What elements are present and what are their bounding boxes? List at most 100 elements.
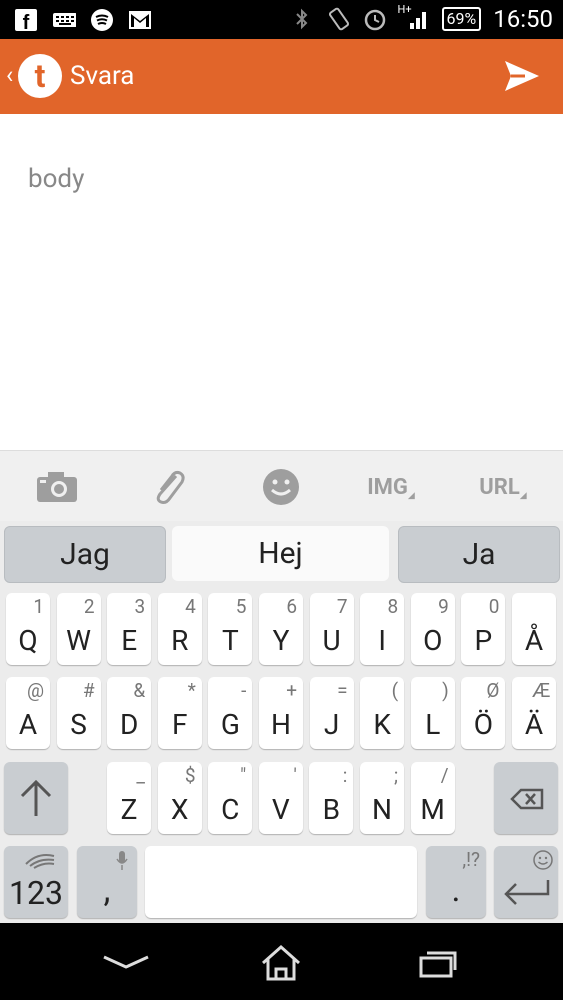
key-label: P [474, 624, 493, 657]
shift-arrow-icon [20, 779, 52, 816]
key-a[interactable]: @ A [6, 677, 50, 749]
url-label: URL [479, 474, 520, 500]
key-secondary-label: * [187, 679, 196, 702]
key-label: O [423, 624, 443, 657]
key-secondary-label: / [440, 764, 449, 787]
key-n[interactable]: ; N [360, 762, 404, 834]
recent-apps-button[interactable] [413, 943, 463, 983]
key-label: F [172, 708, 188, 741]
key-label: C [221, 793, 240, 826]
key-x[interactable]: $ X [157, 762, 202, 834]
key-p[interactable]: 0P [461, 593, 506, 665]
clock: 16:50 [493, 5, 553, 33]
compose-area[interactable]: body [0, 114, 563, 450]
alarm-icon [362, 7, 386, 31]
send-icon [505, 61, 539, 91]
numbers-key[interactable]: 123 [4, 846, 68, 918]
key-t[interactable]: 5T [208, 593, 253, 665]
key-label: I [378, 624, 386, 657]
key-ö[interactable]: ØÖ [461, 677, 506, 749]
key-b[interactable]: :B [309, 762, 354, 834]
emoji-icon [263, 469, 299, 505]
key-label: Q [18, 624, 38, 657]
key-secondary-label: _ [136, 764, 145, 787]
key-w[interactable]: 2W [56, 593, 101, 665]
key-l[interactable]: ) L [410, 677, 455, 749]
period-key-label: . [451, 870, 461, 910]
key-secondary-label: 2 [83, 595, 95, 618]
key-secondary-label: 4 [185, 595, 196, 618]
backspace-key[interactable] [494, 762, 558, 834]
key-label: Y [272, 624, 290, 657]
key-ä[interactable]: ÆÄ [512, 677, 556, 749]
signal-icon: H+ [398, 3, 430, 31]
attachment-icon [156, 470, 185, 504]
key-i[interactable]: 8I [360, 593, 405, 665]
key-secondary-label: = [337, 679, 348, 702]
img-button[interactable]: IMG ◢ [366, 467, 416, 507]
home-button[interactable] [256, 943, 306, 983]
period-key-alt: ,!? [462, 848, 480, 871]
key-o[interactable]: 9O [410, 593, 455, 665]
camera-button[interactable] [32, 467, 82, 507]
spotify-icon [90, 8, 114, 32]
key-label: K [373, 708, 391, 741]
back-chevron-icon[interactable]: ‹ [6, 61, 13, 89]
emoji-button[interactable] [256, 467, 306, 507]
attachment-toolbar: IMG ◢ URL ◢ [0, 450, 563, 522]
suggestion-left[interactable]: Jag [4, 526, 166, 583]
recent-apps-icon [419, 951, 457, 978]
page-title: Svara [70, 61, 135, 91]
key-z[interactable]: _ Z [107, 762, 151, 834]
hide-keyboard-button[interactable] [101, 943, 151, 983]
key-r[interactable]: 4R [157, 593, 202, 665]
period-key[interactable]: ,!? . [426, 846, 486, 918]
key-secondary-label: ) [442, 679, 449, 702]
suggestion-right[interactable]: Ja [398, 526, 560, 583]
key-d[interactable]: & D [107, 677, 152, 749]
key-f[interactable]: * F [157, 677, 202, 749]
bluetooth-icon [290, 7, 314, 31]
key-y[interactable]: 6Y [259, 593, 303, 665]
key-h[interactable]: + H [259, 677, 303, 749]
key-u[interactable]: 7U [309, 593, 354, 665]
key-g[interactable]: -G [208, 677, 253, 749]
key-label: S [70, 708, 87, 741]
svg-text:f: f [23, 12, 30, 31]
key-label: Å [524, 624, 544, 657]
key-å[interactable]: Å [512, 593, 556, 665]
enter-key[interactable] [494, 846, 558, 918]
key-label: Z [120, 793, 138, 826]
app-logo-letter: t [34, 57, 46, 95]
key-j[interactable]: = J [309, 677, 354, 749]
chevron-down-icon [103, 955, 149, 969]
shift-key[interactable] [4, 762, 68, 834]
send-button[interactable] [503, 57, 541, 99]
app-bar: ‹ t Svara [0, 39, 563, 114]
key-v[interactable]: ' V [258, 762, 303, 834]
key-s[interactable]: # S [56, 677, 101, 749]
body-input[interactable]: body [28, 164, 84, 194]
comma-key[interactable]: , [77, 846, 137, 918]
gmail-icon [128, 8, 152, 32]
key-q[interactable]: 1Q [6, 593, 50, 665]
rotate-icon [326, 7, 350, 31]
key-secondary-label: 7 [336, 595, 348, 618]
suggestion-center[interactable]: Hej [172, 526, 389, 581]
key-secondary-label: : [342, 764, 348, 787]
url-button[interactable]: URL ◢ [478, 467, 528, 507]
key-e[interactable]: 3E [107, 593, 152, 665]
key-secondary-label: Æ [532, 679, 550, 702]
space-key[interactable] [145, 846, 417, 918]
key-m[interactable]: / M [410, 762, 455, 834]
key-k[interactable]: (K [360, 677, 405, 749]
key-secondary-label: ( [391, 679, 399, 702]
app-logo[interactable]: t [18, 54, 62, 98]
img-label: IMG [367, 474, 408, 500]
key-label: R [171, 624, 189, 657]
key-c[interactable]: " C [208, 762, 253, 834]
key-label: W [66, 624, 92, 657]
key-secondary-label: # [82, 679, 95, 702]
attach-button[interactable] [143, 467, 193, 507]
key-label: U [322, 624, 341, 657]
